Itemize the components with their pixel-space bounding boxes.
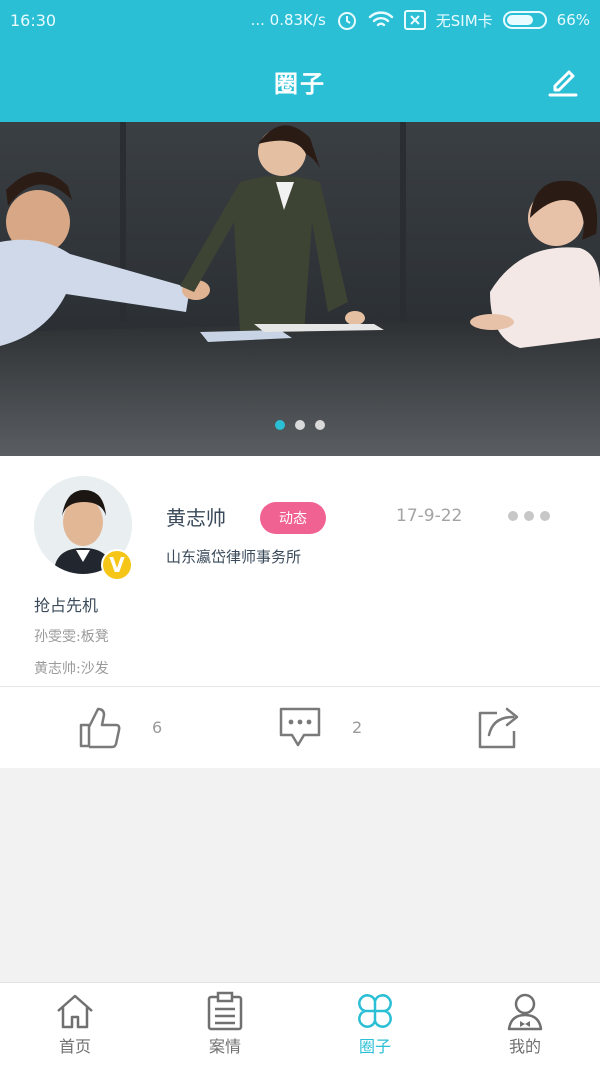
- tab-label: 圈子: [358, 1037, 391, 1056]
- banner-image: [0, 122, 600, 456]
- bottom-tab-bar: 首页 案情 圈子 我的: [0, 982, 600, 1067]
- like-button[interactable]: 6: [78, 705, 162, 749]
- carousel-dots: [0, 420, 600, 430]
- share-button[interactable]: [477, 705, 523, 749]
- carousel-dot-3[interactable]: [315, 420, 325, 430]
- comment-count: 2: [352, 717, 363, 737]
- page-title: 圈子: [274, 70, 326, 98]
- carousel-dot-1[interactable]: [275, 420, 285, 430]
- home-icon: [57, 994, 93, 1029]
- status-right: ... 0.83K/s 无SIM卡 66%: [251, 9, 590, 31]
- edit-icon[interactable]: [546, 64, 580, 98]
- status-time: 16:30: [10, 11, 57, 30]
- verified-badge: V: [101, 549, 133, 581]
- sim-status: 无SIM卡: [435, 11, 493, 30]
- author-organization: 山东瀛岱律师事务所: [166, 548, 302, 566]
- banner-carousel[interactable]: [0, 122, 600, 456]
- reply-item: 孙雯雯:板凳: [34, 629, 109, 645]
- tab-label: 首页: [58, 1037, 91, 1056]
- share-icon: [478, 707, 519, 749]
- battery-icon: [502, 11, 547, 29]
- circle-icon: [358, 994, 392, 1028]
- post-actions: 6 2: [0, 687, 600, 768]
- app-bar: 圈子: [0, 40, 600, 122]
- tab-home[interactable]: 首页: [0, 991, 150, 1057]
- alarm-icon: [337, 12, 356, 30]
- network-speed: ... 0.83K/s: [250, 11, 326, 29]
- profile-icon: [507, 993, 543, 1031]
- reply-item: 黄志帅:沙发: [34, 661, 109, 677]
- tab-circle[interactable]: 圈子: [300, 991, 450, 1057]
- thumbs-up-icon: [79, 707, 121, 749]
- carousel-dot-2[interactable]: [295, 420, 305, 430]
- author-name[interactable]: 黄志帅: [166, 502, 226, 531]
- post-content: 抢占先机: [34, 596, 99, 615]
- comment-icon: [279, 707, 321, 747]
- wifi-icon: [368, 11, 393, 27]
- tab-label: 案情: [208, 1037, 241, 1056]
- tab-case[interactable]: 案情: [150, 991, 300, 1057]
- comment-button[interactable]: 2: [278, 705, 362, 749]
- more-options-icon[interactable]: [508, 511, 550, 521]
- post-date: 17-9-22: [396, 506, 463, 526]
- tab-profile[interactable]: 我的: [450, 991, 600, 1057]
- no-sim-icon: [403, 10, 426, 30]
- clipboard-icon: [207, 991, 243, 1031]
- battery-level: 66%: [556, 11, 590, 29]
- status-bar: 16:30 ... 0.83K/s 无SIM卡 66%: [0, 0, 600, 40]
- like-count: 6: [152, 717, 163, 737]
- post-tag: 动态: [260, 502, 326, 534]
- post-card[interactable]: V 黄志帅 动态 17-9-22 山东瀛岱律师事务所 抢占先机 孙雯雯:板凳 黄…: [0, 456, 600, 768]
- tab-label: 我的: [508, 1037, 541, 1056]
